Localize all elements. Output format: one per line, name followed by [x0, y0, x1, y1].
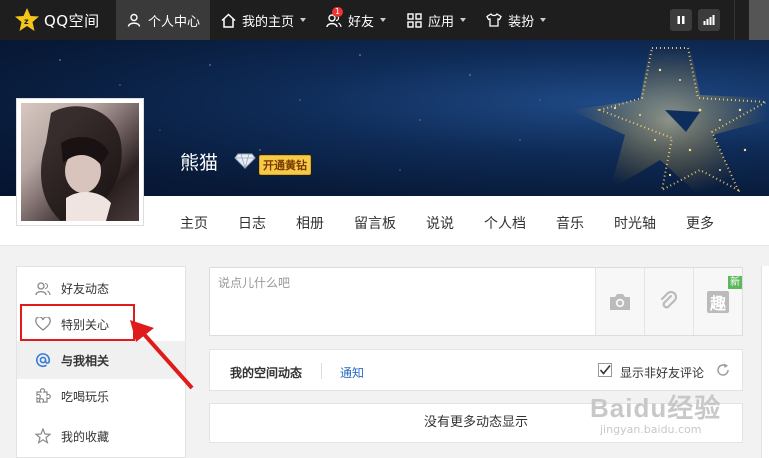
profile-avatar[interactable]: [16, 98, 144, 226]
nav-label: 好友: [348, 14, 375, 30]
friends-feed-icon: [35, 280, 51, 296]
tab-notifications[interactable]: 通知: [340, 364, 364, 381]
person-icon: [126, 12, 142, 28]
chevron-down-icon: [540, 18, 547, 22]
divider: [734, 0, 735, 40]
nav-apps[interactable]: 应用: [396, 0, 476, 40]
tab-my-space-feed[interactable]: 我的空间动态: [230, 364, 302, 381]
puzzle-icon: [35, 388, 51, 404]
baidu-jingyan-watermark: Baidu经验 jingyan.baidu.com: [590, 388, 721, 436]
checkmark-icon: [599, 364, 611, 375]
at-icon: [35, 352, 51, 368]
profile-nickname: 熊猫: [180, 152, 219, 174]
composer-actions: 趣 新: [595, 268, 742, 335]
open-yellow-diamond-button[interactable]: 开通黄钻: [259, 155, 311, 175]
right-column-edge: [761, 266, 769, 458]
home-icon: [220, 12, 236, 28]
sidebar-item-label: 与我相关: [61, 353, 110, 368]
tab-more[interactable]: 更多: [686, 213, 714, 233]
nav-label: 个人中心: [148, 14, 201, 30]
friend-notification-badge: 1: [332, 7, 344, 17]
tab-profile-file[interactable]: 个人档: [484, 213, 526, 233]
user-avatar-mini[interactable]: [749, 0, 769, 40]
shirt-icon: [486, 12, 502, 28]
logo-text: QQ空间: [44, 11, 100, 30]
friends-icon: 1: [326, 7, 344, 28]
nav-dress-up[interactable]: 装扮: [476, 0, 556, 40]
nav-personal-center[interactable]: 个人中心: [116, 0, 211, 40]
show-non-friend-checkbox[interactable]: [598, 363, 612, 377]
watermark-main-text: Baidu经验: [590, 393, 722, 423]
svg-text:z: z: [24, 17, 29, 26]
tab-home[interactable]: 主页: [180, 213, 208, 233]
new-badge: 新: [728, 276, 742, 289]
tab-music[interactable]: 音乐: [556, 213, 584, 233]
tab-timeline[interactable]: 时光轴: [614, 213, 656, 233]
chevron-down-icon: [300, 18, 307, 22]
topbar-right-tools: [670, 0, 769, 40]
show-non-friend-label: 显示非好友评论: [620, 366, 705, 380]
sidebar-item-my-favorites[interactable]: 我的收藏: [17, 417, 185, 455]
star-icon: [35, 428, 51, 444]
chevron-down-icon: [380, 18, 387, 22]
camera-icon[interactable]: [595, 268, 644, 335]
tab-shuoshuo[interactable]: 说说: [426, 213, 454, 233]
signal-bars-icon[interactable]: [698, 9, 720, 31]
qzone-logo[interactable]: z QQ空间: [0, 0, 116, 40]
status-composer: 说点儿什么吧 趣 新: [209, 267, 743, 336]
sidebar-item-label: 我的收藏: [61, 429, 110, 444]
tab-album[interactable]: 相册: [296, 213, 324, 233]
fun-button[interactable]: 趣 新: [693, 268, 742, 335]
pause-icon[interactable]: [670, 9, 692, 31]
nav-friends[interactable]: 1 好友: [316, 0, 396, 40]
qzone-star-icon: z: [14, 7, 40, 33]
sidebar-item-label: 好友动态: [61, 281, 110, 296]
annotation-arrow-icon: [130, 320, 194, 390]
top-navigation-bar: z QQ空间 个人中心 我的主页 1 好友 应用 装扮: [0, 0, 769, 40]
nav-label: 我的主页: [242, 14, 295, 30]
nav-label: 应用: [428, 14, 455, 30]
avatar-photo: [21, 103, 139, 221]
status-input[interactable]: 说点儿什么吧: [218, 274, 290, 291]
refresh-icon[interactable]: [716, 363, 730, 380]
annotation-highlight-box: [20, 304, 135, 341]
sidebar-item-friend-feed[interactable]: 好友动态: [17, 269, 185, 307]
apps-grid-icon: [406, 12, 422, 28]
attachment-link-icon[interactable]: [644, 268, 693, 335]
divider: [321, 363, 322, 379]
feed-filter-bar: 我的空间动态 通知 显示非好友评论: [209, 349, 743, 391]
tab-message-board[interactable]: 留言板: [354, 213, 396, 233]
nav-my-homepage[interactable]: 我的主页: [210, 0, 316, 40]
sidebar-item-label: 吃喝玩乐: [61, 389, 110, 404]
chevron-down-icon: [460, 18, 467, 22]
nav-label: 装扮: [508, 14, 535, 30]
tab-blog[interactable]: 日志: [238, 213, 266, 233]
fun-icon: 趣: [707, 290, 729, 313]
